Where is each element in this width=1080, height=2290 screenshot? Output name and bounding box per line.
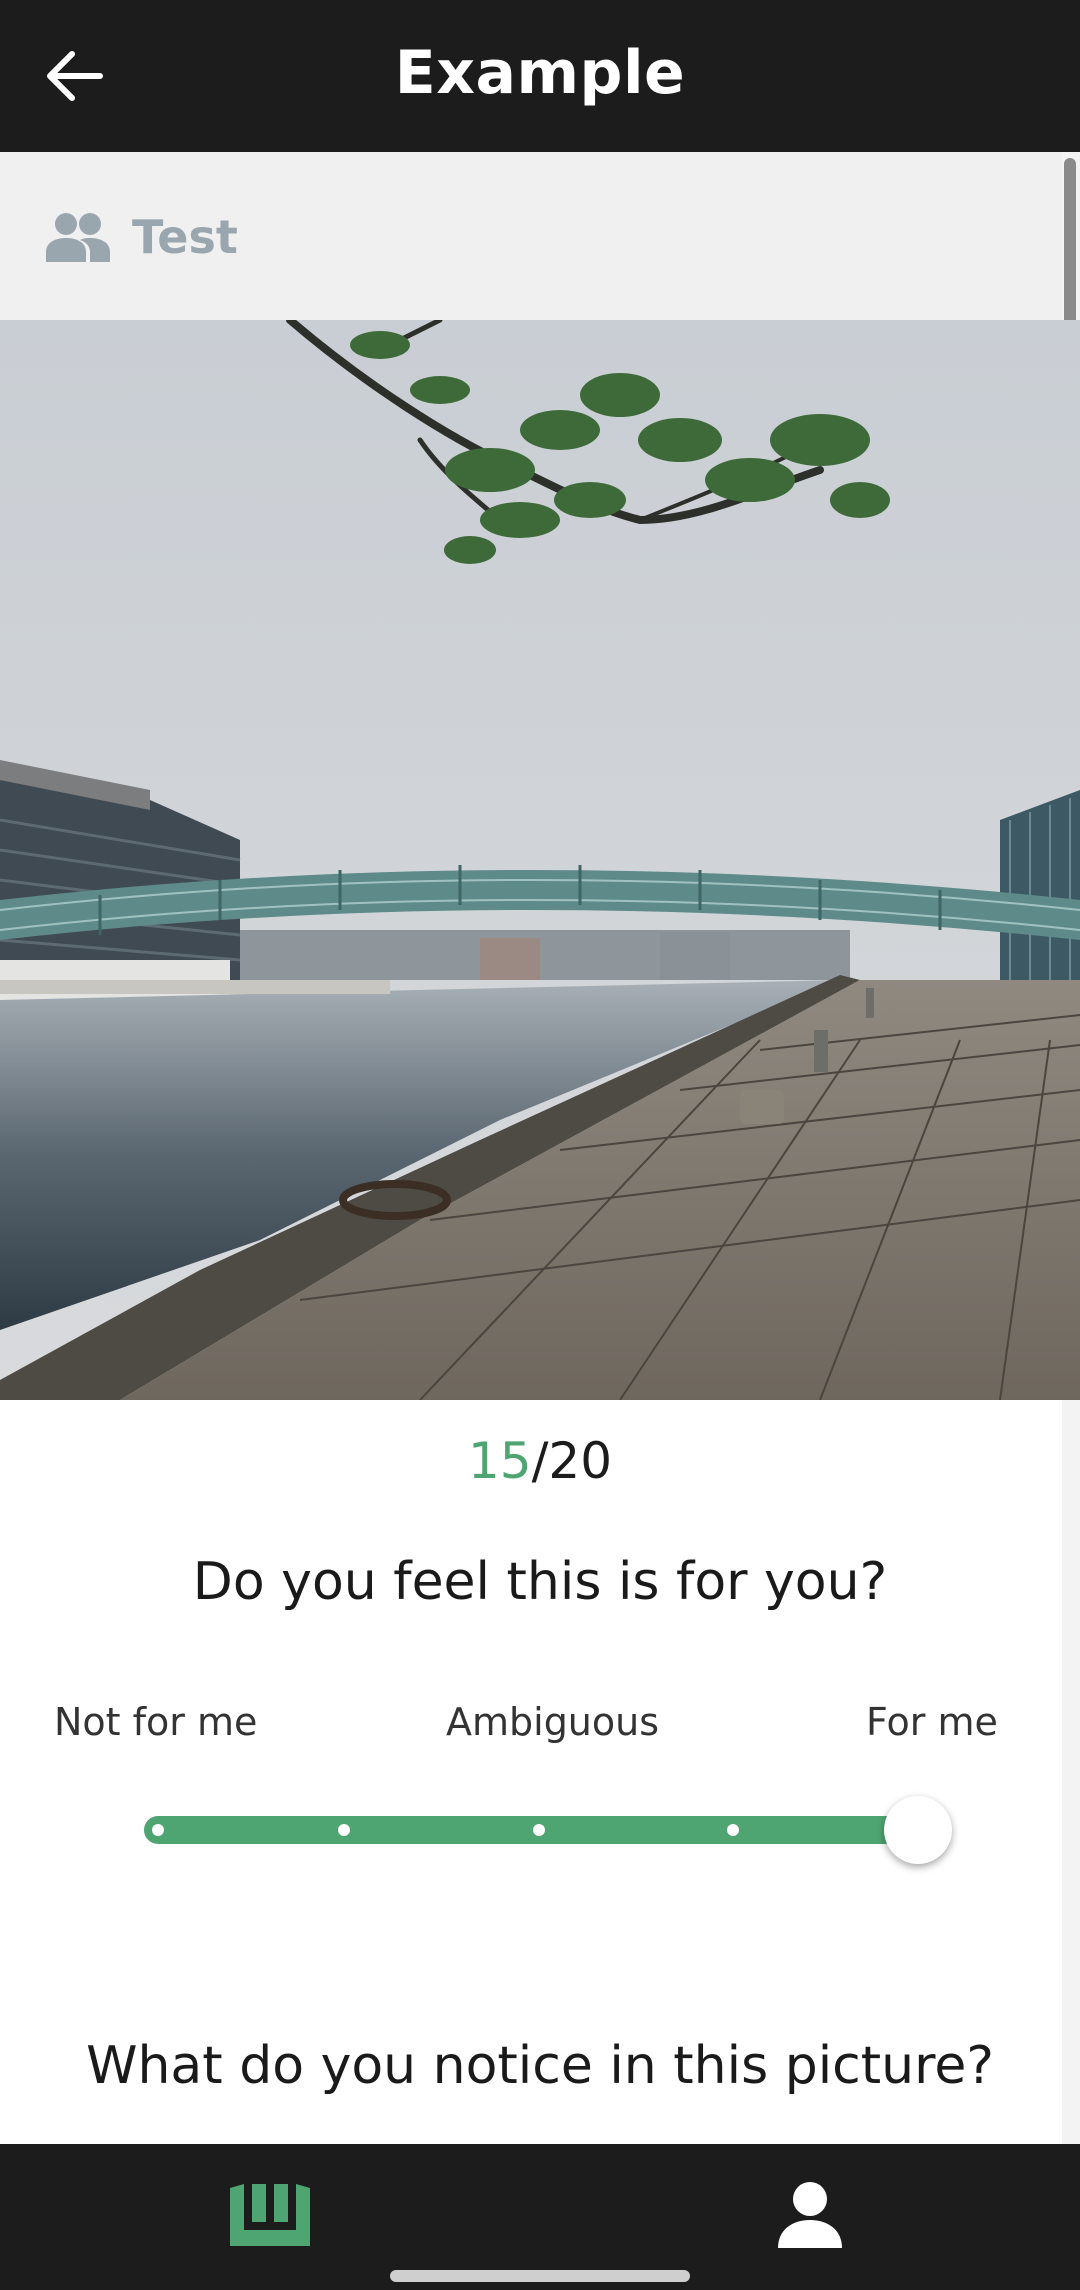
survey-photo xyxy=(0,320,1080,1400)
slider-step-dot[interactable] xyxy=(152,1824,164,1836)
scale-label-right: For me xyxy=(866,1700,998,1744)
question-progress: 15/20 xyxy=(0,1432,1080,1490)
user-icon xyxy=(778,2182,842,2248)
group-header: Test xyxy=(0,152,1062,320)
progress-total: /20 xyxy=(531,1432,613,1490)
group-label: Test xyxy=(132,210,238,264)
page-title: Example xyxy=(394,38,686,108)
home-indicator[interactable] xyxy=(390,2270,690,2282)
scale-labels: Not for me Ambiguous For me xyxy=(0,1700,1080,1760)
question-title-2: What do you notice in this picture? xyxy=(86,2036,994,2096)
app-logo-icon xyxy=(230,2184,310,2246)
scale-label-middle: Ambiguous xyxy=(446,1700,660,1744)
bottom-navigation xyxy=(0,2144,1080,2290)
scale-label-left: Not for me xyxy=(54,1700,258,1744)
slider-step-dot[interactable] xyxy=(533,1824,545,1836)
slider-step-dot[interactable] xyxy=(338,1824,350,1836)
slider-thumb[interactable] xyxy=(884,1796,952,1864)
slider-step-dot[interactable] xyxy=(727,1824,739,1836)
people-icon xyxy=(46,213,110,262)
harbour-photo-illustration xyxy=(0,320,1080,1400)
top-app-bar: Example xyxy=(0,0,1080,152)
nav-home-button[interactable] xyxy=(230,2184,310,2248)
progress-current: 15 xyxy=(467,1432,532,1490)
question-title: Do you feel this is for you? xyxy=(192,1552,888,1612)
rating-slider[interactable] xyxy=(140,1796,960,1864)
nav-profile-button[interactable] xyxy=(778,2182,842,2248)
